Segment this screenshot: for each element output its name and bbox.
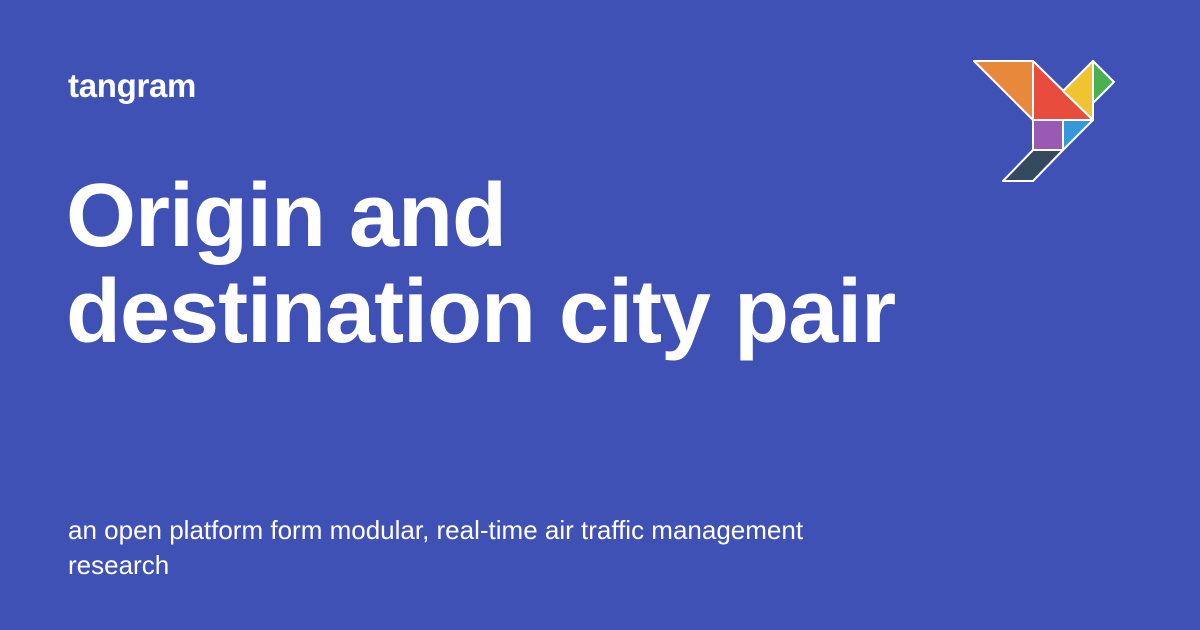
- page-description: an open platform form modular, real-time…: [68, 513, 928, 583]
- logo-green-triangle: [1092, 60, 1115, 104]
- description-line-2: research: [68, 550, 170, 580]
- logo-blue-triangle: [1062, 119, 1094, 151]
- tangram-bird-logo-icon: [973, 60, 1115, 182]
- logo-navy-parallelogram: [1002, 149, 1064, 182]
- site-name: tangram: [68, 67, 197, 104]
- page-title-line-2: destination city pair: [66, 262, 896, 362]
- logo-orange-triangle: [973, 60, 1034, 121]
- social-card: tangram Origin and destination city pair…: [0, 0, 1200, 630]
- description-line-1: an open platform form modular, real-time…: [68, 515, 804, 545]
- page-title: Origin and destination city pair: [66, 168, 966, 360]
- page-title-line-1: Origin and: [66, 166, 507, 266]
- logo-purple-square: [1032, 119, 1064, 151]
